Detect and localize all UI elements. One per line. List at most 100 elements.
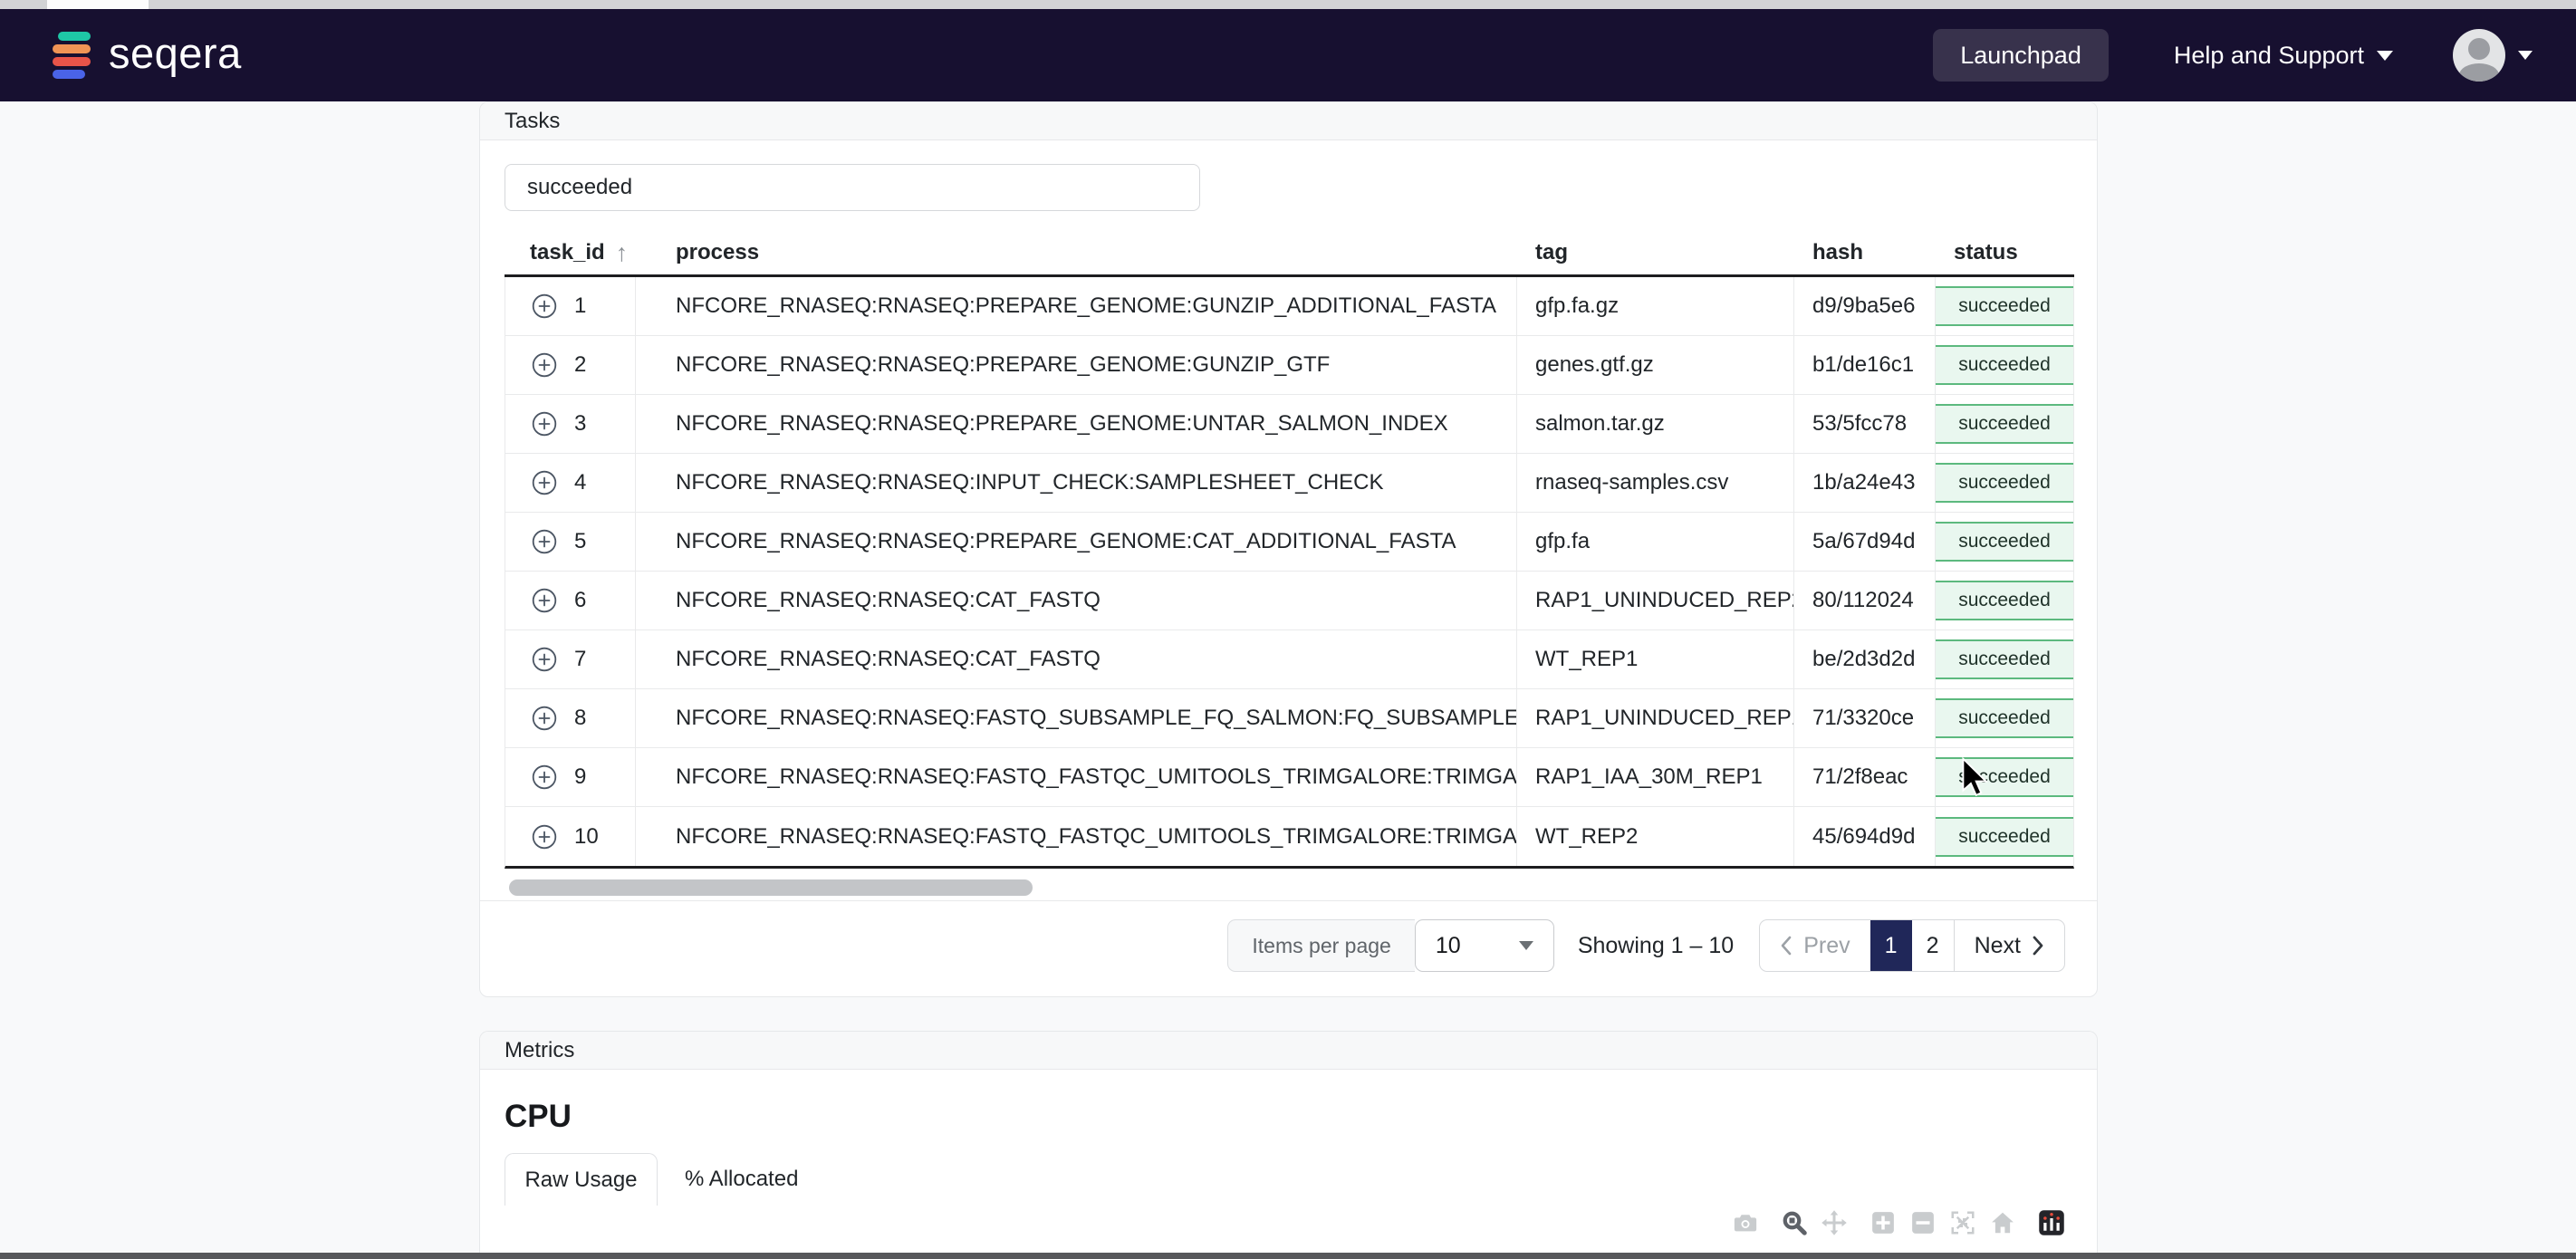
items-per-page-select[interactable]: 10 (1414, 919, 1554, 972)
plus-circle-icon[interactable] (531, 705, 558, 732)
tag-cell: RAP1_UNINDUCED_REP2 (1517, 572, 1794, 630)
avatar (2453, 29, 2505, 82)
status-cell: succeeded (1936, 513, 2073, 571)
plus-circle-icon[interactable] (531, 646, 558, 673)
tasks-table-body: 1 NFCORE_RNASEQ:RNASEQ:PREPARE_GENOME:GUN… (505, 277, 2074, 869)
plus-circle-icon[interactable] (531, 823, 558, 851)
tag-cell: gfp.fa.gz (1517, 277, 1794, 335)
task-id-cell: 4 (505, 454, 636, 512)
browser-tab-hint (47, 0, 149, 9)
chevron-right-icon (2033, 936, 2043, 956)
status-cell: succeeded (1936, 336, 2073, 394)
plot-modebar (1732, 1209, 2065, 1236)
divider (480, 900, 2097, 901)
tasks-table: task_id ↑ process tag hash status 1 NFCOR… (505, 231, 2074, 869)
tag-cell: gfp.fa (1517, 513, 1794, 571)
hash-cell: 53/5fcc78 (1794, 395, 1936, 453)
status-badge: succeeded (1936, 522, 2073, 562)
tab-raw-usage[interactable]: Raw Usage (505, 1153, 658, 1206)
horizontal-scrollbar[interactable] (505, 879, 2074, 896)
tasks-section-header: Tasks (480, 102, 2097, 140)
column-header-status[interactable]: status (1936, 240, 2074, 265)
task-id-cell: 8 (505, 689, 636, 747)
task-id-cell: 5 (505, 513, 636, 571)
column-header-hash[interactable]: hash (1794, 240, 1936, 265)
help-and-support-menu[interactable]: Help and Support (2174, 42, 2393, 70)
task-id-cell: 6 (505, 572, 636, 630)
task-search-input[interactable] (505, 164, 1200, 211)
brand-wordmark: seqera (109, 28, 242, 77)
cpu-tabs: Raw Usage % Allocated (505, 1153, 2072, 1206)
launchpad-button[interactable]: Launchpad (1933, 29, 2109, 82)
status-badge: succeeded (1936, 757, 2073, 797)
table-row[interactable]: 2 NFCORE_RNASEQ:RNASEQ:PREPARE_GENOME:GUN… (505, 336, 2073, 395)
plus-circle-icon[interactable] (531, 293, 558, 320)
scrollbar-thumb[interactable] (509, 879, 1033, 896)
tag-cell: RAP1_IAA_30M_REP1 (1517, 748, 1794, 806)
zoom-icon[interactable] (1781, 1209, 1808, 1236)
metrics-section-header: Metrics (480, 1032, 2097, 1070)
seqera-logo[interactable]: seqera (53, 32, 242, 80)
user-menu[interactable] (2453, 29, 2533, 82)
plus-circle-icon[interactable] (531, 469, 558, 496)
hash-cell: 5a/67d94d (1794, 513, 1936, 571)
status-badge: succeeded (1936, 345, 2073, 385)
tab-percent-allocated[interactable]: % Allocated (658, 1153, 825, 1206)
status-cell: succeeded (1936, 572, 2073, 630)
prev-page-button[interactable]: Prev (1760, 920, 1870, 971)
table-row[interactable]: 9 NFCORE_RNASEQ:RNASEQ:FASTQ_FASTQC_UMITO… (505, 748, 2073, 807)
tag-cell: RAP1_UNINDUCED_REP1 (1517, 689, 1794, 747)
table-row[interactable]: 8 NFCORE_RNASEQ:RNASEQ:FASTQ_SUBSAMPLE_FQ… (505, 689, 2073, 748)
table-row[interactable]: 1 NFCORE_RNASEQ:RNASEQ:PREPARE_GENOME:GUN… (505, 277, 2073, 336)
process-cell: NFCORE_RNASEQ:RNASEQ:CAT_FASTQ (636, 630, 1517, 688)
hash-cell: be/2d3d2d (1794, 630, 1936, 688)
top-navbar: seqera Launchpad Help and Support (0, 9, 2576, 101)
pan-icon[interactable] (1821, 1209, 1848, 1236)
plus-circle-icon[interactable] (531, 764, 558, 791)
plus-circle-icon[interactable] (531, 351, 558, 379)
reset-axes-icon[interactable] (1989, 1209, 2016, 1236)
process-cell: NFCORE_RNASEQ:RNASEQ:FASTQ_SUBSAMPLE_FQ_… (636, 689, 1517, 747)
process-cell: NFCORE_RNASEQ:RNASEQ:INPUT_CHECK:SAMPLES… (636, 454, 1517, 512)
task-id-cell: 1 (505, 277, 636, 335)
table-row[interactable]: 7 NFCORE_RNASEQ:RNASEQ:CAT_FASTQ WT_REP1 be… (505, 630, 2073, 689)
table-row[interactable]: 5 NFCORE_RNASEQ:RNASEQ:PREPARE_GENOME:CAT… (505, 513, 2073, 572)
metrics-card: Metrics CPU Raw Usage % Allocated (479, 1031, 2098, 1259)
chevron-down-icon (1518, 941, 1533, 950)
task-id-cell: 9 (505, 748, 636, 806)
plus-circle-icon[interactable] (531, 528, 558, 555)
next-page-button[interactable]: Next (1955, 920, 2064, 971)
hash-cell: 71/2f8eac (1794, 748, 1936, 806)
page-button-2[interactable]: 2 (1912, 920, 1954, 971)
table-row[interactable]: 10 NFCORE_RNASEQ:RNASEQ:FASTQ_FASTQC_UMIT… (505, 807, 2073, 866)
items-per-page-label: Items per page (1227, 919, 1415, 972)
zoom-in-icon[interactable] (1870, 1209, 1897, 1236)
plus-circle-icon[interactable] (531, 587, 558, 614)
cpu-heading: CPU (505, 1099, 572, 1134)
column-header-task-id[interactable]: task_id ↑ (505, 239, 636, 267)
autoscale-icon[interactable] (1949, 1209, 1976, 1236)
table-row[interactable]: 6 NFCORE_RNASEQ:RNASEQ:CAT_FASTQ RAP1_UNIN… (505, 572, 2073, 630)
task-id-value: 10 (574, 823, 599, 849)
avatar-person-icon (2468, 38, 2490, 60)
plus-circle-icon[interactable] (531, 410, 558, 437)
column-header-tag[interactable]: tag (1517, 240, 1794, 265)
camera-icon[interactable] (1732, 1209, 1759, 1236)
status-badge: succeeded (1936, 286, 2073, 326)
arrow-up-icon: ↑ (615, 238, 629, 266)
task-id-value: 1 (574, 293, 587, 318)
zoom-out-icon[interactable] (1909, 1209, 1937, 1236)
page-button-1[interactable]: 1 (1870, 920, 1912, 971)
status-badge: succeeded (1936, 816, 2073, 857)
table-row[interactable]: 3 NFCORE_RNASEQ:RNASEQ:PREPARE_GENOME:UNT… (505, 395, 2073, 454)
chevron-down-icon (2377, 50, 2393, 61)
plotly-logo-icon[interactable] (2038, 1209, 2065, 1236)
status-cell: succeeded (1936, 395, 2073, 453)
seqera-run-detail-page: seqera Launchpad Help and Support Tasks (0, 0, 2576, 1259)
table-row[interactable]: 4 NFCORE_RNASEQ:RNASEQ:INPUT_CHECK:SAMPLE… (505, 454, 2073, 513)
task-id-value: 2 (574, 352, 587, 377)
tag-cell: rnaseq-samples.csv (1517, 454, 1794, 512)
process-cell: NFCORE_RNASEQ:RNASEQ:CAT_FASTQ (636, 572, 1517, 630)
hash-cell: b1/de16c1 (1794, 336, 1936, 394)
column-header-process[interactable]: process (636, 240, 1517, 265)
